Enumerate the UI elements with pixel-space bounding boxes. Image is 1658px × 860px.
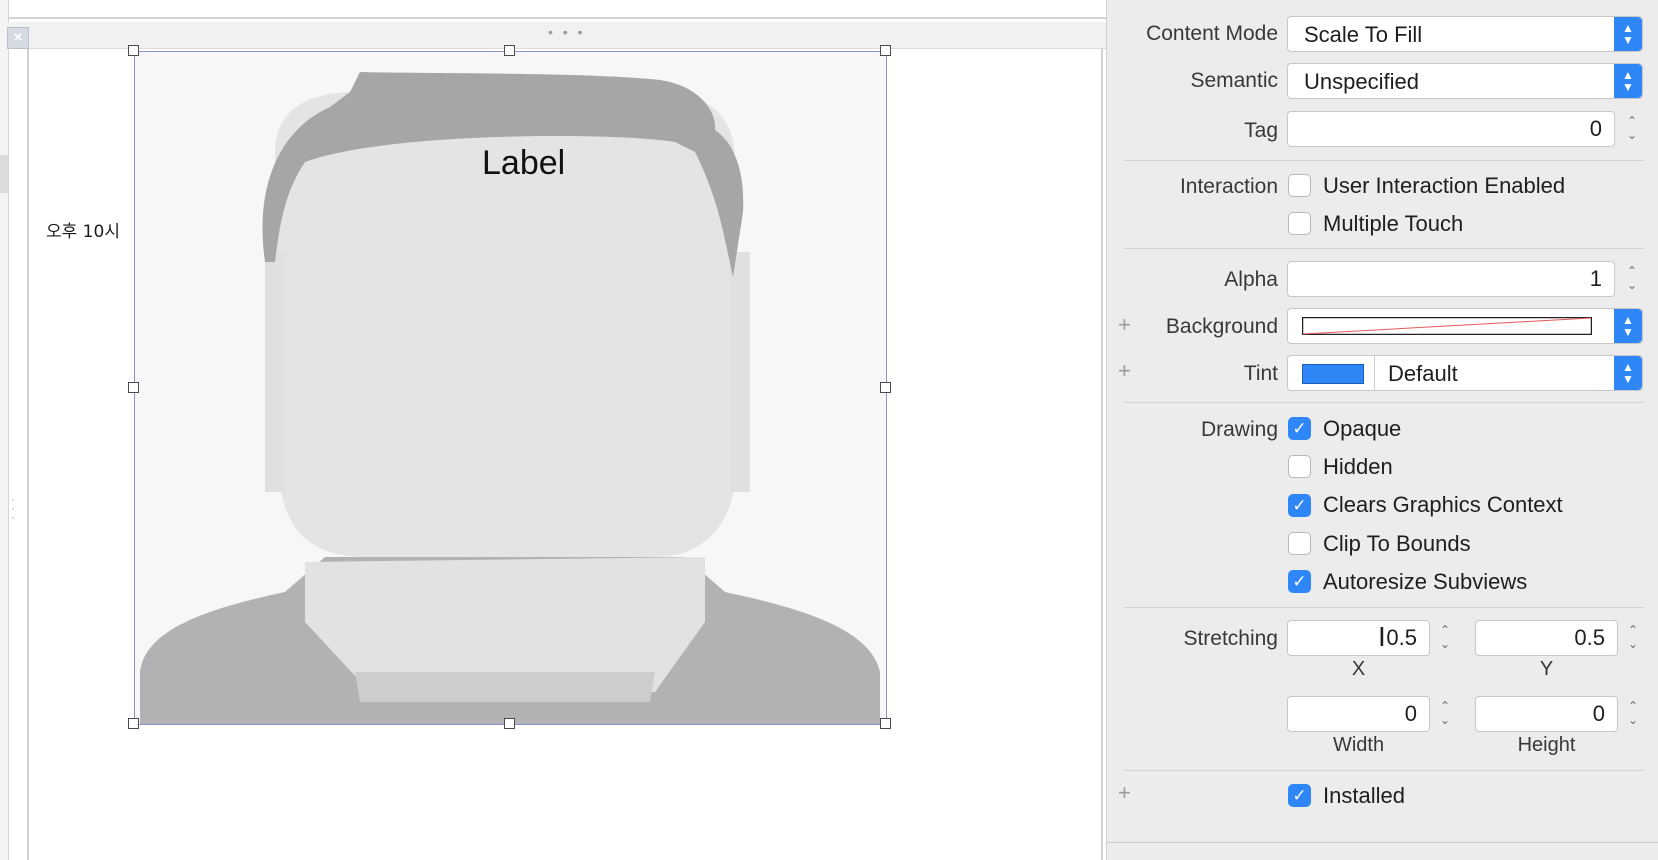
chevron-updown-icon: ▲ ▼ — [1614, 17, 1642, 51]
tint-divider — [1374, 356, 1375, 390]
chevron-updown-icon: ▲ ▼ — [1614, 64, 1642, 98]
hidden-label[interactable]: Hidden — [1323, 454, 1393, 480]
stretching-y-label: Y — [1539, 658, 1554, 680]
storyboard-canvas: × • • • · · · 오후 10시 Label — [0, 0, 1106, 860]
divider — [1124, 160, 1644, 161]
semantic-value: Unspecified — [1304, 69, 1419, 94]
divider — [1124, 402, 1644, 403]
clears-graphics-context-label[interactable]: Clears Graphics Context — [1323, 492, 1563, 518]
interaction-label: Interaction — [1179, 175, 1278, 198]
tint-label: Tint — [1243, 362, 1278, 385]
resize-handle-bottom-left[interactable] — [128, 718, 139, 729]
semantic-popup[interactable]: Unspecified ▲ ▼ — [1287, 63, 1643, 99]
user-interaction-checkbox[interactable] — [1288, 174, 1311, 197]
stretching-height-field[interactable]: 0 — [1475, 696, 1618, 732]
tint-popup[interactable]: Default ▲ ▼ — [1287, 355, 1643, 391]
stretching-x-field[interactable]: 0.5 — [1287, 620, 1430, 656]
opaque-checkbox[interactable]: ✓ — [1288, 417, 1311, 440]
stretching-width-stepper[interactable]: ⌃ ⌄ — [1435, 696, 1455, 732]
content-mode-label: Content Mode — [1146, 22, 1278, 45]
tag-stepper[interactable]: ⌃ ⌄ — [1622, 111, 1642, 147]
content-mode-value: Scale To Fill — [1304, 22, 1423, 47]
image-view[interactable]: Label — [134, 51, 887, 725]
stretching-x-stepper[interactable]: ⌃ ⌄ — [1435, 620, 1455, 656]
close-icon[interactable]: × — [7, 27, 29, 49]
semantic-label: Semantic — [1190, 69, 1278, 92]
tag-field[interactable]: 0 — [1287, 111, 1615, 147]
resize-handle-right[interactable] — [880, 382, 891, 393]
divider — [1124, 770, 1644, 771]
hidden-checkbox[interactable] — [1288, 455, 1311, 478]
image-label[interactable]: Label — [482, 144, 565, 183]
alpha-field[interactable]: 1 — [1287, 261, 1615, 297]
divider — [1124, 607, 1644, 608]
tint-color-swatch — [1302, 364, 1364, 384]
resize-handle-bottom[interactable] — [504, 718, 515, 729]
background-popup[interactable]: ▲ ▼ — [1287, 308, 1643, 344]
resize-dots-icon[interactable]: · · · — [11, 493, 17, 523]
autoresize-subviews-checkbox[interactable]: ✓ — [1288, 570, 1311, 593]
clip-to-bounds-label[interactable]: Clip To Bounds — [1323, 531, 1471, 557]
stretching-y-field[interactable]: 0.5 — [1475, 620, 1618, 656]
alpha-label: Alpha — [1224, 268, 1278, 291]
clear-color-well — [1302, 317, 1592, 335]
stretching-width-field[interactable]: 0 — [1287, 696, 1430, 732]
canvas-top-divider — [0, 17, 1106, 19]
autoresize-subviews-label[interactable]: Autoresize Subviews — [1323, 569, 1527, 595]
inspector-bottom-divider — [1107, 842, 1658, 843]
stretching-x-label: X — [1351, 658, 1366, 680]
plus-icon[interactable]: + — [1118, 780, 1131, 806]
background-label: Background — [1165, 315, 1278, 338]
stretching-height-label: Height — [1517, 734, 1576, 756]
multiple-touch-checkbox[interactable] — [1288, 212, 1311, 235]
chevron-updown-icon: ▲ ▼ — [1614, 356, 1642, 390]
time-label[interactable]: 오후 10시 — [46, 217, 120, 242]
clip-to-bounds-checkbox[interactable] — [1288, 532, 1311, 555]
installed-label[interactable]: Installed — [1323, 783, 1405, 809]
resize-handle-bottom-right[interactable] — [880, 718, 891, 729]
stretching-width-label: Width — [1332, 734, 1385, 756]
scene-ellipsis-icon[interactable]: • • • — [548, 24, 585, 40]
tag-label: Tag — [1244, 119, 1278, 142]
divider — [1124, 248, 1644, 249]
stretching-y-stepper[interactable]: ⌃ ⌄ — [1623, 620, 1643, 656]
user-interaction-label[interactable]: User Interaction Enabled — [1323, 173, 1565, 199]
resize-handle-left[interactable] — [128, 382, 139, 393]
opaque-label[interactable]: Opaque — [1323, 416, 1401, 442]
multiple-touch-label[interactable]: Multiple Touch — [1323, 211, 1463, 237]
chevron-updown-icon: ▲ ▼ — [1614, 309, 1642, 343]
text-cursor-icon: I — [1378, 621, 1386, 652]
drawing-label: Drawing — [1200, 418, 1278, 441]
canvas-left-gutter — [0, 0, 9, 860]
stretching-height-stepper[interactable]: ⌃ ⌄ — [1623, 696, 1643, 732]
installed-checkbox[interactable]: ✓ — [1288, 784, 1311, 807]
resize-handle-top-right[interactable] — [880, 45, 891, 56]
alpha-stepper[interactable]: ⌃ ⌄ — [1622, 261, 1642, 297]
gutter-marker — [0, 155, 8, 193]
resize-handle-top-left[interactable] — [128, 45, 139, 56]
resize-handle-top[interactable] — [504, 45, 515, 56]
tint-value: Default — [1388, 361, 1458, 386]
clears-graphics-context-checkbox[interactable]: ✓ — [1288, 494, 1311, 517]
content-mode-popup[interactable]: Scale To Fill ▲ ▼ — [1287, 16, 1643, 52]
stretching-label: Stretching — [1183, 627, 1278, 650]
